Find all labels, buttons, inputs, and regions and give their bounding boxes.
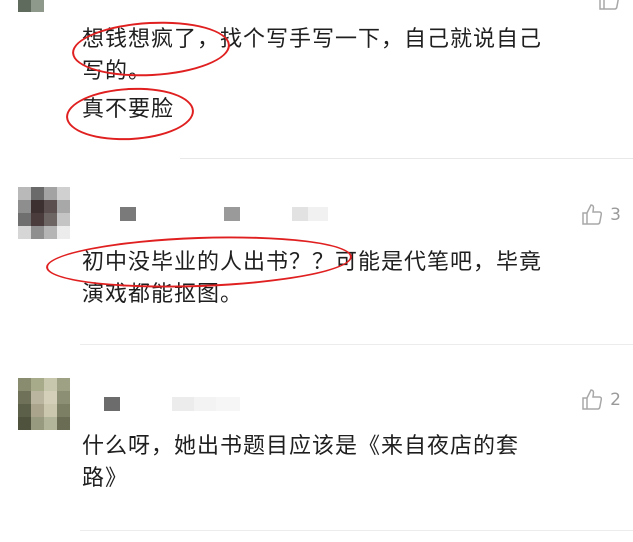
like-count: 3: [610, 205, 621, 225]
comment-line: 路》: [82, 466, 129, 491]
username-blurred[interactable]: [120, 207, 330, 221]
comment-3: 2 什么呀，她出书题目应该是《来自夜店的套 路》: [0, 345, 633, 542]
thumbs-up-icon: [582, 389, 603, 410]
avatar[interactable]: [18, 187, 70, 239]
avatar[interactable]: [18, 378, 70, 430]
thumbs-up-icon: [599, 0, 619, 10]
comment-1: 想钱想疯了，找个写手写一下，自己就说自己 写的。 真不要脸: [0, 0, 633, 158]
like-button[interactable]: 2: [580, 388, 621, 412]
comment-2: 3 初中没毕业的人出书？？可能是代笔吧，毕竟 演戏都能抠图。: [0, 159, 633, 344]
comment-line: 什么呀，她出书题目应该是《来自夜店的套: [82, 434, 520, 459]
thumbs-up-icon: [582, 204, 603, 225]
comment-text: 什么呀，她出书题目应该是《来自夜店的套 路》: [82, 431, 612, 495]
like-count: 2: [610, 390, 621, 410]
like-button[interactable]: [597, 0, 621, 12]
divider: [80, 530, 633, 531]
avatar[interactable]: [18, 0, 70, 12]
like-button[interactable]: 3: [580, 203, 621, 227]
username-blurred[interactable]: [104, 397, 244, 411]
